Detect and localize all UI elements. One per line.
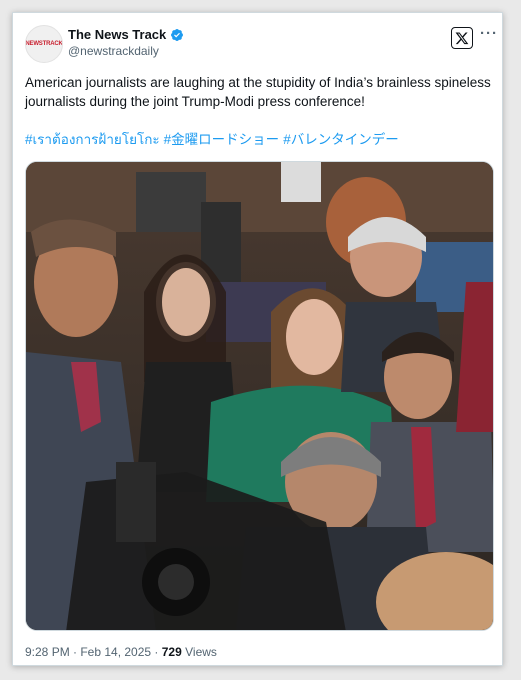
press-conference-photo — [26, 162, 493, 630]
tweet-timestamp[interactable]: 9:28 PM · Feb 14, 2025 · — [25, 645, 162, 659]
verified-badge-icon — [171, 28, 184, 41]
account-display-name-row[interactable]: The News Track — [68, 27, 184, 42]
hashtag-link[interactable]: #เราต้องการฝ้ายโยโกะ — [25, 132, 160, 147]
tweet-media-video[interactable] — [25, 161, 494, 631]
tweet-card: NEWSTRACK The News Track @newstrackdaily… — [12, 12, 503, 666]
x-glyph-icon — [455, 32, 469, 45]
tweet-text: American journalists are laughing at the… — [25, 75, 491, 109]
hashtag-link[interactable]: #金曜ロードショー — [164, 132, 280, 147]
account-display-name[interactable]: The News Track — [68, 27, 166, 42]
avatar-logo-text: NEWSTRACK — [25, 41, 63, 47]
more-options-icon[interactable]: ··· — [480, 26, 498, 41]
account-handle[interactable]: @newstrackdaily — [68, 44, 159, 58]
tweet-metadata: 9:28 PM · Feb 14, 2025 · 729 Views — [25, 645, 217, 659]
views-label: Views — [181, 645, 217, 659]
hashtag-link[interactable]: #バレンタインデー — [283, 132, 399, 147]
x-logo-icon[interactable] — [451, 27, 473, 49]
account-avatar[interactable]: NEWSTRACK — [25, 25, 63, 63]
views-count: 729 — [161, 645, 182, 659]
tweet-hashtags: #เราต้องการฝ้ายโยโกะ #金曜ロードショー #バレンタインデー — [25, 130, 495, 149]
